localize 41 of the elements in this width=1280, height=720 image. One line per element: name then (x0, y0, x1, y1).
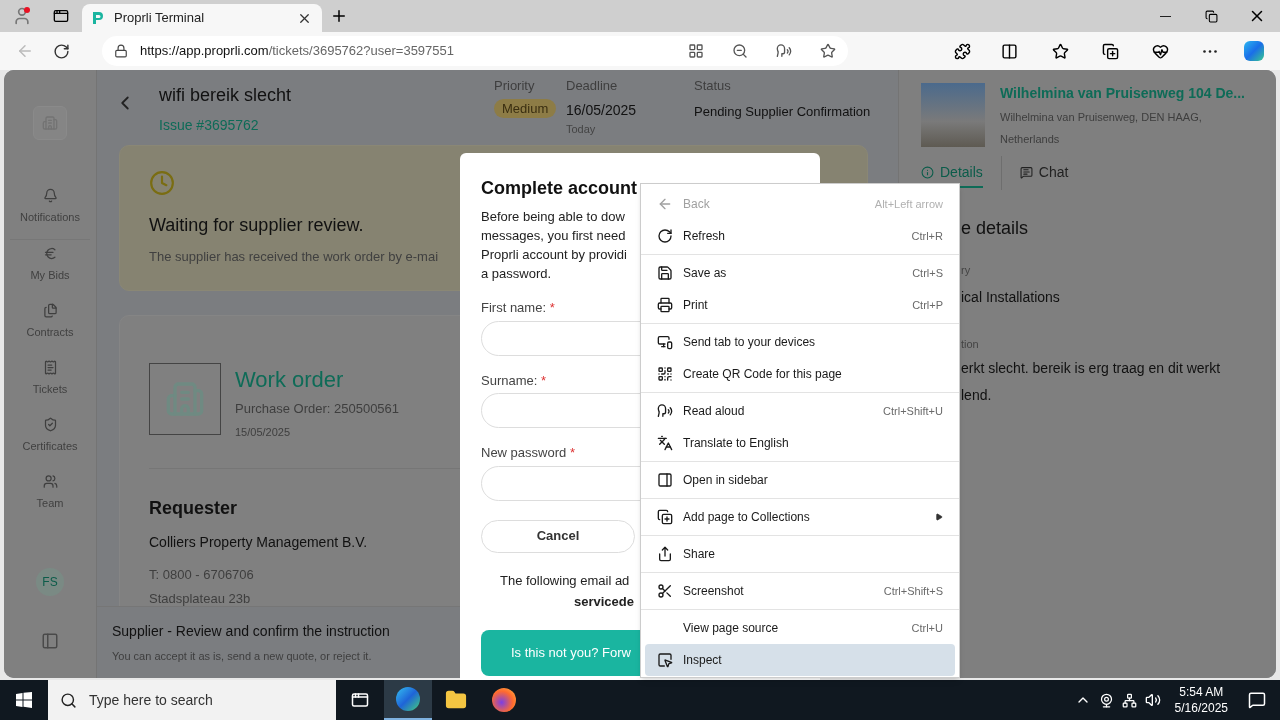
priority-badge: Medium (494, 98, 557, 118)
issue-number: Issue #3695762 (159, 116, 259, 135)
requester-heading: Requester (149, 497, 238, 520)
modal-intro-text: messages, you first need (481, 227, 626, 245)
deadline-date: 16/05/2025 (566, 100, 637, 120)
modal-title: Complete account (481, 177, 638, 200)
requester-company: Colliers Property Management B.V. (149, 533, 368, 552)
category-value: ical Installations (961, 287, 1060, 307)
action-title: Supplier - Review and confirm the instruction (112, 622, 390, 641)
priority-label: Priority (494, 77, 535, 95)
email-address: servicede (574, 593, 634, 611)
property-name: Wilhelmina van Pruisenweg 104 De... (1000, 84, 1245, 103)
email-notice-text: The following email ad (500, 571, 630, 590)
field-label: First name: * (481, 299, 555, 317)
deadline-note: Today (566, 121, 596, 137)
details-heading: e details (961, 217, 1029, 240)
property-address: Wilhelmina van Pruisenweg, DEN HAAG, (1000, 110, 1202, 125)
property-address: Netherlands (1000, 131, 1060, 147)
field-label: New password * (481, 444, 575, 462)
deadline-label: Deadline (566, 77, 618, 95)
action-text: You can accept it as is, send a new quote, or reject it. (112, 649, 372, 664)
modal-intro-text: Before being able to dow (481, 208, 625, 226)
requester-phone: T: 0800 - 6706706 (149, 566, 254, 584)
field-label: Surname: * (481, 371, 547, 390)
description-label: tion (961, 336, 979, 352)
waiting-title: Waiting for supplier review. (149, 214, 364, 237)
purchase-order: Purchase Order: 250500561 (235, 400, 400, 418)
tab-title: Proprli Terminal (114, 9, 206, 28)
status-value: Pending Supplier Confirmation (694, 102, 871, 121)
requester-address: Stadsplateau 23b (149, 589, 251, 608)
modal-intro-text: Proprli account by providi (481, 246, 627, 264)
description-text: erkt slecht. bereik is erg traag en dit werkt (961, 359, 1221, 378)
url-text: https://app.proprli.com/tickets/3695762?user=3597551 (140, 42, 456, 61)
work-order-date: 15/05/2025 (235, 424, 291, 440)
waiting-text: The supplier has received the work order by e-mai (149, 248, 439, 266)
modal-intro-text: a password. (481, 265, 552, 283)
ticket-title: wifi bereik slecht (159, 84, 292, 107)
category-label: ry (961, 263, 971, 278)
status-label: Status (694, 77, 731, 95)
work-order-title: Work order (235, 366, 344, 394)
description-text: lend. (961, 386, 992, 405)
